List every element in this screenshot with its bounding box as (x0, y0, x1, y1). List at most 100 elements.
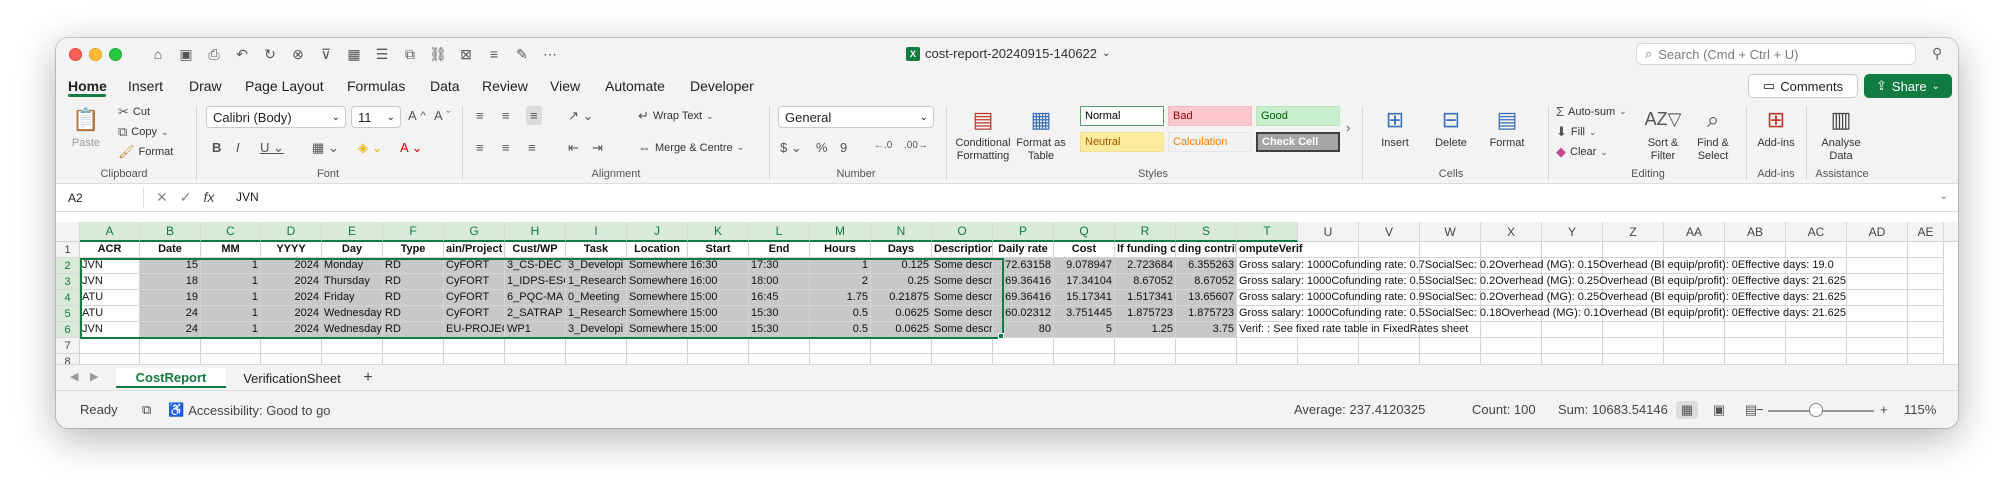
table-cell[interactable]: 60.02312 (993, 306, 1054, 322)
table-cell[interactable]: RD (383, 306, 444, 322)
table-cell[interactable]: 18 (140, 274, 201, 290)
column-header[interactable]: A (80, 222, 140, 242)
tab-data[interactable]: Data (430, 78, 460, 94)
table-cell[interactable] (1908, 274, 1944, 290)
column-header[interactable]: AD (1847, 222, 1908, 242)
table-cell[interactable]: 24 (140, 322, 201, 338)
borders-icon[interactable]: ▦ ⌄ (312, 140, 339, 156)
tab-developer[interactable]: Developer (690, 78, 754, 94)
decrease-decimal-icon[interactable]: .00→ (904, 140, 928, 151)
format-cells-button[interactable]: ▤ Format (1482, 104, 1532, 150)
table-cell[interactable]: 16:45 (749, 290, 810, 306)
table-cell[interactable]: CyFORT (444, 274, 505, 290)
wrap-text-button[interactable]: ↵ Wrap Text ⌄ (638, 108, 714, 124)
column-header[interactable]: P (993, 222, 1054, 242)
table-cell[interactable] (1359, 242, 1420, 258)
table-cell[interactable]: 72.63158 (993, 258, 1054, 274)
table-cell[interactable]: Type (383, 242, 444, 258)
table-cell[interactable] (261, 338, 322, 354)
table-cell[interactable]: Cust/WP (505, 242, 566, 258)
table-cell[interactable]: Some descr (932, 274, 993, 290)
column-header[interactable]: E (322, 222, 383, 242)
minimize-window-button[interactable] (89, 48, 102, 61)
table-cell[interactable] (1176, 338, 1237, 354)
accessibility-status[interactable]: ♿ Accessibility: Good to go (168, 402, 331, 418)
align-left-icon[interactable]: ≡ (476, 140, 484, 155)
next-sheet-icon[interactable]: ▶ (90, 370, 98, 383)
table-cell[interactable]: 9.078947 (1054, 258, 1115, 274)
table-cell[interactable]: 3_Developi (566, 258, 627, 274)
select-all-corner[interactable] (56, 222, 80, 242)
table-cell[interactable]: 0.21875 (871, 290, 932, 306)
table-cell[interactable]: Start (688, 242, 749, 258)
underline-icon[interactable]: U ⌄ (260, 140, 284, 156)
table-cell[interactable] (1542, 242, 1603, 258)
table-cell[interactable]: 2024 (261, 322, 322, 338)
align-bottom-icon[interactable]: ≡ (526, 106, 542, 125)
table-cell[interactable]: Somewhere (627, 306, 688, 322)
table-cell[interactable] (871, 338, 932, 354)
table-cell[interactable]: 3_Developi (566, 322, 627, 338)
column-header[interactable]: C (201, 222, 261, 242)
table-cell[interactable]: 1 (201, 290, 261, 306)
table-cell[interactable] (810, 338, 871, 354)
table-cell[interactable]: RD (383, 258, 444, 274)
table-cell[interactable] (1237, 338, 1298, 354)
cancel-icon[interactable]: ✕ (156, 189, 168, 206)
row-header[interactable]: 6 (56, 322, 80, 338)
share-button[interactable]: ⇪ Share ⌄ (1864, 74, 1952, 98)
function-icon[interactable]: fx (203, 189, 214, 206)
table-cell[interactable]: 69.36416 (993, 290, 1054, 306)
column-header[interactable]: W (1420, 222, 1481, 242)
clear-format-icon[interactable]: ⊗ (286, 44, 310, 64)
column-header[interactable]: O (932, 222, 993, 242)
list-icon[interactable]: ☰ (370, 44, 394, 64)
table-cell[interactable]: 13.65607 (1176, 290, 1237, 306)
macro-record-icon[interactable]: ⧉ (142, 402, 151, 418)
style-calculation[interactable]: Calculation (1168, 132, 1252, 152)
conditional-formatting-button[interactable]: ▤ Conditional Formatting (952, 104, 1014, 163)
table-cell[interactable] (1847, 242, 1908, 258)
table-cell[interactable]: JVN (80, 322, 140, 338)
table-cell[interactable]: Friday (322, 290, 383, 306)
column-header[interactable]: Q (1054, 222, 1115, 242)
tab-page-layout[interactable]: Page Layout (245, 78, 324, 94)
column-header[interactable]: AA (1664, 222, 1725, 242)
page-layout-view-icon[interactable]: ▣ (1708, 401, 1730, 419)
table-cell[interactable]: 3.75 (1176, 322, 1237, 338)
table-cell[interactable]: Gross salary: 1000Cofunding rate: 0.9Soc… (1237, 290, 1848, 306)
maximize-window-button[interactable] (109, 48, 122, 61)
zoom-in-icon[interactable]: + (1880, 402, 1888, 417)
tab-view[interactable]: View (550, 78, 580, 94)
table-cell[interactable]: JVN (80, 274, 140, 290)
table-cell[interactable]: CyFORT (444, 306, 505, 322)
column-header[interactable]: X (1481, 222, 1542, 242)
table-cell[interactable] (444, 338, 505, 354)
table-cell[interactable] (1542, 338, 1603, 354)
insert-cells-button[interactable]: ⊞ Insert (1370, 104, 1420, 150)
sheet-tab-costreport[interactable]: CostReport (116, 368, 226, 388)
table-cell[interactable] (322, 338, 383, 354)
table-cell[interactable]: RD (383, 322, 444, 338)
redo-icon[interactable]: ↻ (258, 44, 282, 64)
comment-icon[interactable]: ✎ (510, 44, 534, 64)
bullets-icon[interactable]: ≡ (482, 44, 506, 64)
align-right-icon[interactable]: ≡ (528, 140, 536, 155)
table-cell[interactable] (1298, 338, 1359, 354)
table-cell[interactable]: lf funding co (1115, 242, 1176, 258)
font-color-icon[interactable]: A ⌄ (400, 140, 422, 156)
table-cell[interactable] (1725, 338, 1786, 354)
table-cell[interactable]: ding contrib (1176, 242, 1237, 258)
table-cell[interactable]: 2024 (261, 306, 322, 322)
table-cell[interactable]: Wednesday (322, 322, 383, 338)
column-header[interactable]: M (810, 222, 871, 242)
decrease-font-icon[interactable]: Aˇ (434, 108, 450, 123)
table-cell[interactable] (688, 338, 749, 354)
increase-font-icon[interactable]: A ^ (408, 108, 426, 123)
table-cell[interactable]: 3_CS-DEC (505, 258, 566, 274)
table-cell[interactable] (1786, 242, 1847, 258)
table-cell[interactable]: 16:00 (688, 274, 749, 290)
increase-indent-icon[interactable]: ⇥ (592, 140, 603, 156)
zoom-out-icon[interactable]: − (1756, 402, 1764, 417)
table-cell[interactable]: End (749, 242, 810, 258)
